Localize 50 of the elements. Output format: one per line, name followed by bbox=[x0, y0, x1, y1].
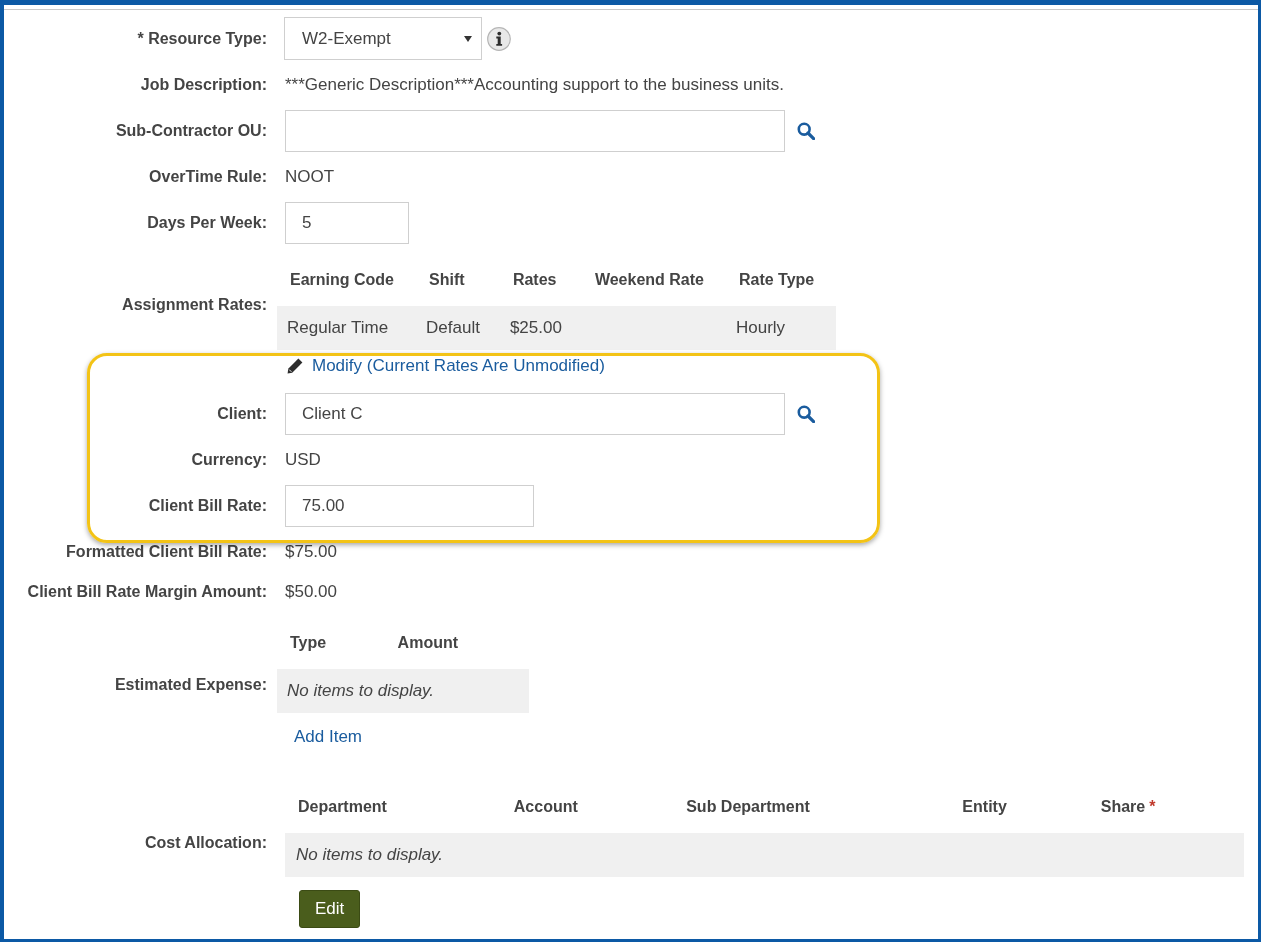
field-label: Job Description: bbox=[140, 76, 267, 93]
column-header: Department bbox=[298, 798, 387, 815]
table-cell: $25.00 bbox=[499, 306, 582, 350]
action-button[interactable]: Edit bbox=[299, 890, 361, 928]
empty-message: No items to display. bbox=[277, 669, 529, 713]
column-header: Weekend Rate bbox=[594, 271, 704, 288]
field-label: OverTime Rule: bbox=[149, 168, 267, 185]
info-icon[interactable] bbox=[487, 26, 511, 51]
column-header: Amount bbox=[397, 634, 459, 651]
pencil-icon bbox=[287, 358, 303, 374]
field-label: Assignment Rates: bbox=[122, 296, 267, 313]
action-link[interactable]: Add Item bbox=[294, 727, 363, 746]
field-label: Client: bbox=[217, 405, 267, 422]
field-label: * Resource Type: bbox=[137, 29, 267, 47]
text-field[interactable]: 75.00 bbox=[285, 485, 534, 527]
field-value: ***Generic Description***Accounting support to the business units. bbox=[285, 75, 784, 95]
column-header: Share bbox=[1100, 798, 1146, 815]
column-header: Rate Type bbox=[738, 271, 815, 288]
field-label: Currency: bbox=[191, 451, 267, 468]
field-label: Client Bill Rate Margin Amount: bbox=[27, 583, 267, 600]
text-field[interactable]: Client C bbox=[285, 393, 785, 435]
required-mark: * bbox=[1149, 798, 1156, 815]
field-label: Estimated Expense: bbox=[114, 676, 267, 693]
field-label: Formatted Client Bill Rate: bbox=[66, 543, 267, 560]
table-cell: Hourly bbox=[725, 306, 837, 350]
field-value: USD bbox=[285, 450, 321, 470]
column-header: Entity bbox=[962, 798, 1007, 815]
column-header: Rates bbox=[512, 271, 557, 288]
field-value: NOOT bbox=[285, 167, 335, 187]
column-header: Type bbox=[290, 634, 327, 651]
caret-icon bbox=[464, 35, 472, 42]
search-icon[interactable] bbox=[797, 405, 815, 423]
field-value: $50.00 bbox=[285, 582, 337, 602]
search-icon[interactable] bbox=[797, 122, 815, 140]
column-header: Account bbox=[513, 798, 578, 815]
column-header: Sub Department bbox=[686, 798, 810, 815]
action-link[interactable]: Modify (Current Rates Are Unmodified) bbox=[287, 356, 605, 376]
field-label: Client Bill Rate: bbox=[148, 497, 267, 514]
dropdown[interactable]: W2-Exempt bbox=[284, 17, 482, 60]
field-label: Days Per Week: bbox=[147, 214, 267, 231]
text-field[interactable]: 5 bbox=[285, 202, 409, 244]
field-label: Cost Allocation: bbox=[144, 833, 267, 851]
column-header: Shift bbox=[429, 271, 465, 288]
text-field[interactable] bbox=[285, 110, 785, 152]
column-header: Earning Code bbox=[290, 271, 394, 288]
table-cell: Default bbox=[416, 306, 500, 350]
empty-message: No items to display. bbox=[285, 833, 1244, 877]
table-cell: Regular Time bbox=[277, 306, 416, 350]
field-label: Sub-Contractor OU: bbox=[115, 122, 267, 139]
field-value: $75.00 bbox=[285, 542, 337, 562]
